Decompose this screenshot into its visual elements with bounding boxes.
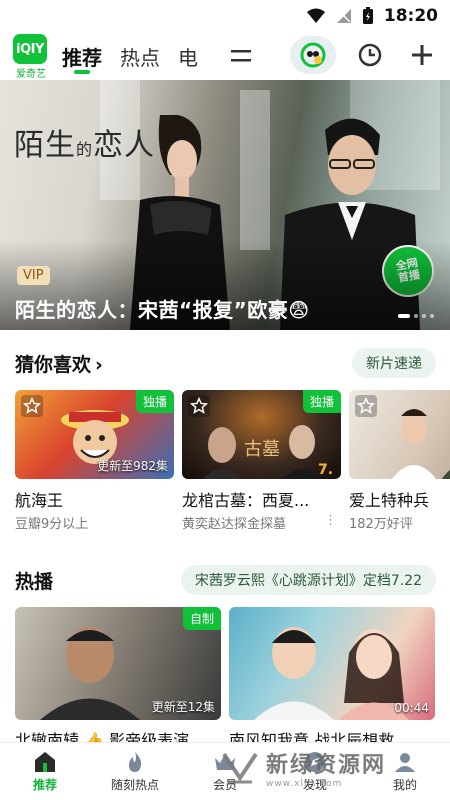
carousel-dot [430,314,434,318]
video-card[interactable]: 爱上特种兵 182万好评 [349,390,450,532]
card-thumbnail: 古墓 7.5 独播 [182,390,341,479]
update-status: 更新至982集 [97,459,168,473]
guess-cards: 独播 更新至982集 航海王 豆瓣9分以上 古墓 7.5 独播 龙棺 [15,390,450,532]
hot-cards: 自制 更新至12集 00:44 [15,607,435,720]
carousel-dot [422,314,426,318]
wifi-icon [306,8,326,24]
video-card[interactable]: 独播 更新至982集 航海王 豆瓣9分以上 [15,390,174,532]
tab-hot[interactable]: 热点 [120,32,160,80]
card-thumbnail [349,390,450,479]
soldier-art [391,409,450,479]
card-thumbnail: 独播 更新至982集 [15,390,174,479]
chevron-right-icon: › [95,353,103,376]
hot-promo-pill[interactable]: 宋茜罗云熙《心跳源计划》定档7.22 [180,565,436,595]
card-title: 爱上特种兵 [349,491,430,510]
vip-badge: VIP [17,266,50,285]
add-icon[interactable] [404,37,440,73]
banner-caption: 陌生的恋人：宋茜“报复”欧豪😨 [15,298,310,322]
signal-icon [336,8,352,24]
svg-text:古墓: 古墓 [244,439,280,460]
card-subtitle: 豆瓣9分以上 [15,517,89,532]
tab-recommend[interactable]: 推荐 [62,32,102,80]
bottom-tab-label: 推荐 [32,778,57,792]
hot-section-title[interactable]: 热播 [15,567,53,594]
guess-section-title[interactable]: 猜你喜欢 › [15,350,103,377]
channel-tabs: 推荐 热点 电 [62,32,200,80]
carousel-dot [398,314,410,318]
card-title: 龙棺古墓：西夏... [182,491,310,510]
watermark-logo-icon [222,752,258,784]
svg-text:7.5: 7.5 [318,462,332,478]
battery-icon [362,7,374,25]
qiyi-guo-icon [300,42,326,68]
new-films-pill[interactable]: 新片速递 [352,348,436,378]
card-title: 航海王 [15,491,64,510]
home-icon [35,752,55,772]
card-subtitle: 黄奕赵达探金探墓 ⋮ [182,513,337,532]
self-produced-badge: 自制 [182,607,221,630]
favorite-star-icon[interactable] [355,395,377,417]
watermark-url: www.xlhs.com [266,779,343,789]
iqiyi-logo[interactable]: iQIY 爱奇艺 [13,34,49,80]
card-subtitle: 182万好评 [349,517,413,532]
logo-text: 爱奇艺 [16,69,46,80]
app-screen: 18:20 iQIY 爱奇艺 推荐 热点 电 陌生的恋人 VIP 陌生的恋人：宋… [0,0,450,800]
carousel-dots [398,314,434,318]
bottom-tab-recommend[interactable]: 推荐 [0,743,90,800]
video-card[interactable]: 古墓 7.5 独播 龙棺古墓：西夏... 黄奕赵达探金探墓⋮ [182,390,341,532]
hero-banner[interactable]: 陌生的恋人 全网首播 VIP 陌生的恋人：宋茜“报复”欧豪😨 [0,80,450,330]
tomb-art: 古墓 7.5 [203,425,332,479]
duration-label: 00:44 [394,701,429,715]
history-icon[interactable] [352,37,388,73]
favorite-star-icon[interactable] [21,395,43,417]
top-nav: iQIY 爱奇艺 推荐 热点 电 [0,32,450,80]
carousel-dot [414,314,418,318]
logo-badge: iQIY [13,34,47,64]
tab-partial[interactable]: 电 [178,32,200,80]
hot-video-card[interactable]: 自制 更新至12集 [15,607,221,720]
nav-actions [290,36,440,74]
watermark-text: 新绿资源网 [266,753,387,778]
favorite-star-icon[interactable] [188,395,210,417]
site-watermark: 新绿资源网 www.xlhs.com [220,742,430,794]
flame-icon [129,752,142,772]
status-time: 18:20 [383,6,438,26]
hot-section-header: 热播 宋茜罗云熙《心跳源计划》定档7.22 [0,562,450,598]
exclusive-badge: 独播 [302,390,341,413]
exclusive-badge: 独播 [135,390,174,413]
hot-video-card[interactable]: 00:44 [229,607,435,720]
guess-section-header: 猜你喜欢 › 新片速递 [0,345,450,381]
bottom-tab-label: 随刻热点 [110,778,159,792]
status-bar: 18:20 [0,0,450,32]
drama-art-1 [40,627,140,720]
update-status: 更新至12集 [151,700,215,714]
bottom-tab-hot[interactable]: 随刻热点 [90,743,180,800]
qiyi-guo-button[interactable] [290,36,336,74]
more-options-icon[interactable]: ⋮ [324,513,337,532]
menu-icon[interactable] [229,45,253,71]
